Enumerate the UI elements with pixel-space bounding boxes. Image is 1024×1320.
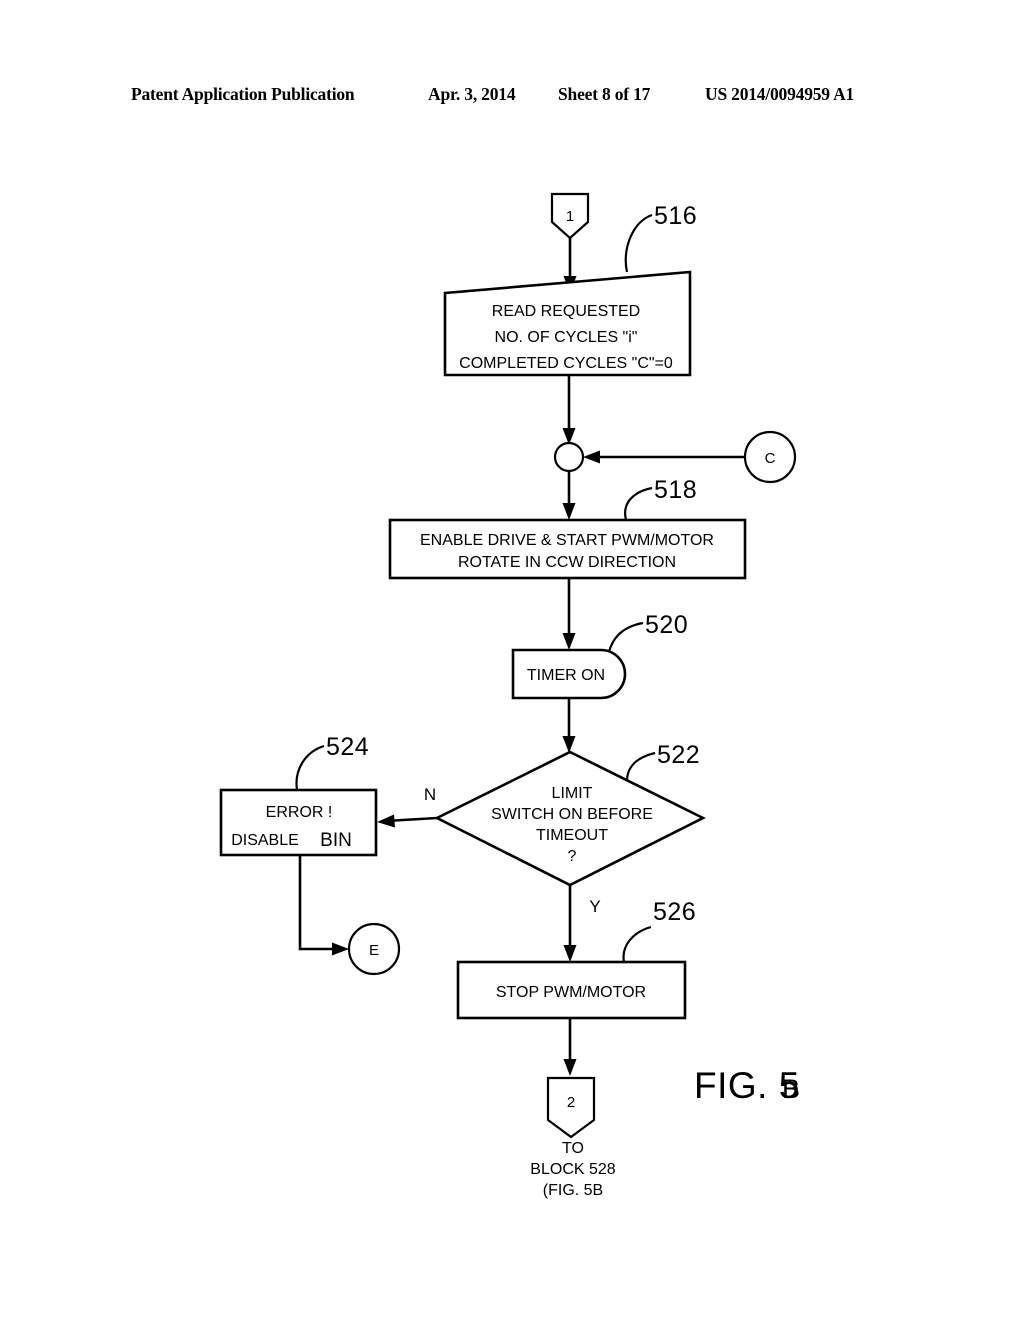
connector-e-label: E <box>369 942 379 959</box>
step-522-limit-switch-decision: LIMIT SWITCH ON BEFORE TIMEOUT ? <box>434 750 706 887</box>
arrow-520-to-522 <box>562 698 576 753</box>
branch-yes-522-to-526: Y <box>563 885 601 962</box>
step-518-line2: ROTATE IN CCW DIRECTION <box>458 554 676 571</box>
patent-page: Patent Application Publication Apr. 3, 2… <box>0 0 1024 1320</box>
step-526-line1: STOP PWM/MOTOR <box>496 984 646 1001</box>
step-522-line4: ? <box>568 848 577 865</box>
tail-note-line1: TO <box>562 1140 584 1157</box>
step-516-read-requested: READ REQUESTED NO. OF CYCLES "i" COMPLET… <box>443 270 692 377</box>
ref-number-526: 526 <box>653 898 696 926</box>
ref-number-520: 520 <box>645 611 688 639</box>
connector-out-2-label: 2 <box>567 1094 575 1111</box>
connector-in-1: 1 <box>550 192 590 240</box>
connector-out-2: 2 <box>546 1076 596 1139</box>
arrow-524-to-connector-e <box>298 855 349 956</box>
arrow-c-to-junction <box>583 450 745 464</box>
step-524-line2-emphasis: BIN <box>320 830 352 851</box>
step-522-line3: TIMEOUT <box>536 827 608 844</box>
step-516-line1: READ REQUESTED <box>492 303 640 320</box>
step-518-line1: ENABLE DRIVE & START PWM/MOTOR <box>420 532 714 549</box>
ref-leader-516: 516 <box>624 202 697 273</box>
branch-label-no: N <box>424 785 436 804</box>
step-526-stop-pwm-motor: STOP PWM/MOTOR <box>456 960 687 1020</box>
arrow-516-to-junction <box>562 375 576 445</box>
junction-node <box>553 441 585 473</box>
ref-leader-526: 526 <box>622 898 696 963</box>
step-520-timer-on: TIMER ON <box>511 648 627 700</box>
step-522-line2: SWITCH ON BEFORE <box>491 806 653 823</box>
ref-number-524: 524 <box>326 733 369 761</box>
ref-leader-524: 524 <box>295 733 369 791</box>
tail-note-line3: (FIG. 5B <box>543 1182 603 1199</box>
ref-number-522: 522 <box>657 741 700 769</box>
step-524-line1: ERROR ! <box>266 804 333 821</box>
step-516-line3: COMPLETED CYCLES "C"=0 <box>459 355 673 372</box>
arrow-518-to-520 <box>562 578 576 650</box>
connector-in-1-label: 1 <box>566 208 574 225</box>
branch-no-522-to-524: N <box>377 785 438 828</box>
figure-caption: FIG. 5 B <box>694 1065 801 1106</box>
step-516-line2: NO. OF CYCLES "i" <box>495 329 638 346</box>
ref-leader-520: 520 <box>607 611 688 653</box>
connector-c: C <box>743 430 797 484</box>
step-522-line1: LIMIT <box>552 785 593 802</box>
step-520-line1: TIMER ON <box>527 667 605 684</box>
tail-note: TO BLOCK 528 (FIG. 5B <box>530 1140 615 1199</box>
step-524-line2: DISABLE <box>231 832 299 849</box>
ref-leader-522: 522 <box>625 741 700 782</box>
figure-5b-flowchart: 1 READ REQUESTED NO. OF CYCLES "i" COMPL… <box>219 192 801 1199</box>
branch-label-yes: Y <box>589 897 600 916</box>
arrow-junction-to-518 <box>562 471 576 520</box>
connector-e: E <box>347 922 401 976</box>
step-518-enable-drive: ENABLE DRIVE & START PWM/MOTOR ROTATE IN… <box>388 518 747 580</box>
ref-leader-518: 518 <box>624 476 697 521</box>
ref-number-518: 518 <box>654 476 697 504</box>
tail-note-line2: BLOCK 528 <box>530 1161 615 1178</box>
connector-c-label: C <box>765 450 776 467</box>
arrow-526-to-connector-2 <box>563 1018 577 1076</box>
figure-caption-sub: B <box>782 1074 801 1104</box>
ref-number-516: 516 <box>654 202 697 230</box>
step-524-error-disable-bin: ERROR ! DISABLE BIN <box>219 788 378 857</box>
